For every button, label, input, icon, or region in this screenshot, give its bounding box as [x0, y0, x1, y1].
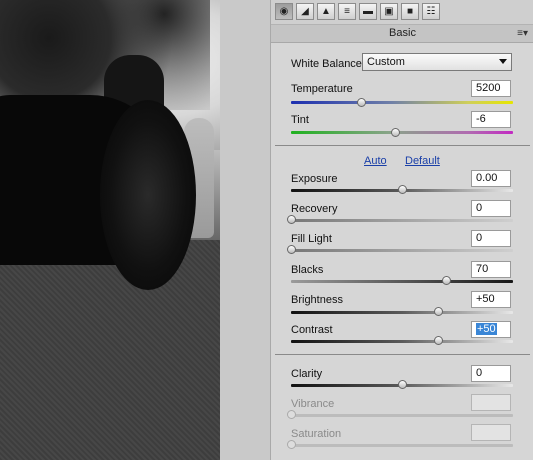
- contrast-field[interactable]: +50: [471, 321, 511, 338]
- panel-header: Basic ≡▾: [271, 25, 533, 43]
- chevron-down-icon: [499, 59, 507, 64]
- clarity-slider-thumb[interactable]: [398, 380, 407, 389]
- hsl-icon[interactable]: ≡: [338, 3, 356, 20]
- lens-icon[interactable]: ▣: [380, 3, 398, 20]
- contrast-label: Contrast: [291, 324, 333, 336]
- white-balance-value: Custom: [367, 56, 405, 68]
- section-divider: [275, 145, 530, 146]
- fill-light-field[interactable]: 0: [471, 230, 511, 247]
- blacks-slider-track[interactable]: [291, 280, 513, 283]
- panel-tabs-toolbar: ◉ ◢ ▲ ≡ ▬ ▣ ■ ☷: [271, 0, 533, 25]
- tint-field[interactable]: -6: [471, 111, 511, 128]
- default-link[interactable]: Default: [405, 155, 440, 167]
- contrast-slider-thumb[interactable]: [434, 336, 443, 345]
- exposure-slider-thumb[interactable]: [398, 185, 407, 194]
- camera-icon[interactable]: ■: [401, 3, 419, 20]
- vibrance-field: [471, 394, 511, 411]
- saturation-label: Saturation: [291, 428, 342, 440]
- adjustments-panel: ◉ ◢ ▲ ≡ ▬ ▣ ■ ☷ Basic ≡▾ White Balance: …: [270, 0, 533, 460]
- tone-curve-icon[interactable]: ◢: [296, 3, 314, 20]
- blacks-field[interactable]: 70: [471, 261, 511, 278]
- canvas-gutter: [220, 0, 270, 460]
- section-divider: [275, 354, 530, 355]
- brightness-label: Brightness: [291, 294, 343, 306]
- clarity-field[interactable]: 0: [471, 365, 511, 382]
- tint-slider-track[interactable]: [291, 131, 513, 134]
- recovery-slider-track[interactable]: [291, 219, 513, 222]
- brightness-slider-thumb[interactable]: [434, 307, 443, 316]
- brightness-slider-track[interactable]: [291, 311, 513, 314]
- brightness-field[interactable]: +50: [471, 291, 511, 308]
- split-toning-icon[interactable]: ▬: [359, 3, 377, 20]
- tint-label: Tint: [291, 114, 309, 126]
- contrast-slider-track[interactable]: [291, 340, 513, 343]
- fill-light-label: Fill Light: [291, 233, 332, 245]
- saturation-slider-track: [291, 444, 513, 447]
- vibrance-slider-track: [291, 414, 513, 417]
- photo-preview: [0, 0, 220, 460]
- preview-wheel: [100, 100, 196, 290]
- temperature-slider-thumb[interactable]: [357, 98, 366, 107]
- presets-icon[interactable]: ☷: [422, 3, 440, 20]
- exposure-label: Exposure: [291, 173, 338, 185]
- temperature-slider-track[interactable]: [291, 101, 513, 104]
- temperature-field[interactable]: 5200: [471, 80, 511, 97]
- saturation-slider-thumb: [287, 440, 296, 449]
- vibrance-slider-thumb: [287, 410, 296, 419]
- clarity-label: Clarity: [291, 368, 323, 380]
- blacks-slider-thumb[interactable]: [442, 276, 451, 285]
- detail-icon[interactable]: ▲: [317, 3, 335, 20]
- exposure-field[interactable]: 0.00: [471, 170, 511, 187]
- panel-title: Basic: [389, 27, 416, 39]
- panel-content: White Balance: Custom Temperature 5200 T…: [271, 43, 533, 460]
- recovery-field[interactable]: 0: [471, 200, 511, 217]
- tint-slider-thumb[interactable]: [391, 128, 400, 137]
- aperture-icon[interactable]: ◉: [275, 3, 293, 20]
- contrast-field-selection: +50: [476, 323, 497, 335]
- white-balance-label: White Balance:: [291, 58, 365, 70]
- preview-road: [0, 240, 220, 460]
- recovery-slider-thumb[interactable]: [287, 215, 296, 224]
- fill-light-slider-thumb[interactable]: [287, 245, 296, 254]
- auto-link[interactable]: Auto: [364, 155, 387, 167]
- temperature-label: Temperature: [291, 83, 353, 95]
- blacks-label: Blacks: [291, 264, 324, 276]
- vibrance-label: Vibrance: [291, 398, 335, 410]
- saturation-field: [471, 424, 511, 441]
- fill-light-slider-track[interactable]: [291, 249, 513, 252]
- panel-menu-icon[interactable]: ≡▾: [517, 25, 528, 42]
- white-balance-select[interactable]: Custom: [362, 53, 512, 71]
- recovery-label: Recovery: [291, 203, 338, 215]
